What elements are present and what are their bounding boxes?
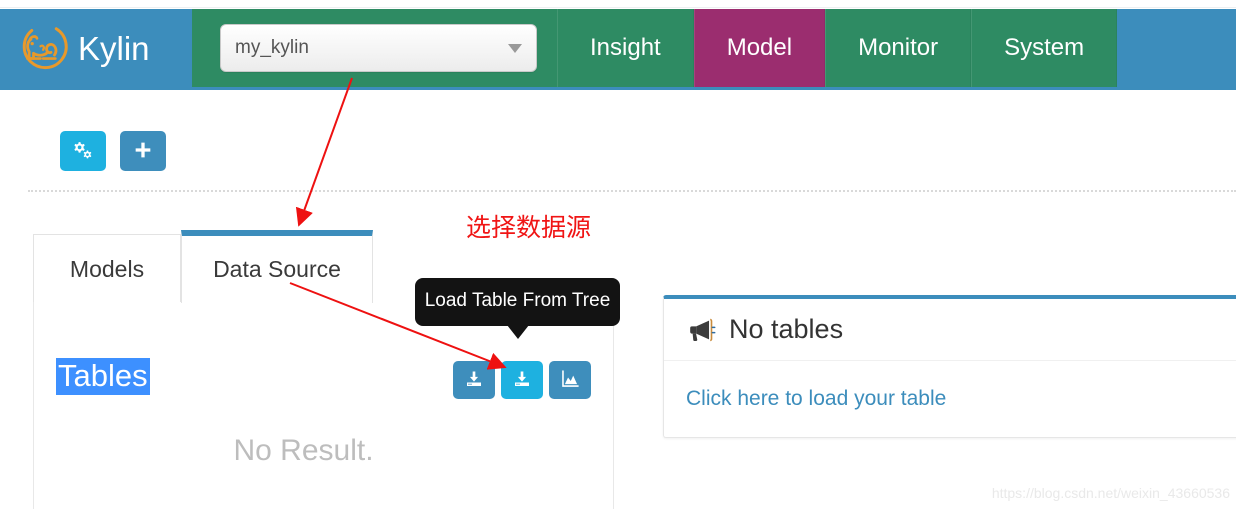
nav-tab-insight[interactable]: Insight (557, 9, 694, 87)
annotation-chinese-note: 选择数据源 (466, 213, 592, 242)
no-tables-header: No tables (664, 299, 1236, 361)
project-select-wrapper: my_kylin (192, 9, 557, 87)
project-select-value: my_kylin (235, 37, 309, 58)
no-tables-box: No tables Click here to load your table (663, 295, 1236, 438)
main-navbar: Kylin my_kylin Insight Model Monitor Sys… (0, 9, 1236, 90)
brand-area[interactable]: Kylin (0, 9, 192, 87)
load-streaming-table-button[interactable] (549, 361, 591, 399)
nav-tab-model[interactable]: Model (693, 9, 826, 87)
add-project-button[interactable] (120, 131, 166, 171)
project-select[interactable]: my_kylin (220, 24, 537, 72)
no-result-message: No Result. (233, 434, 374, 467)
brand-name: Kylin (78, 29, 150, 67)
cogs-icon (72, 139, 94, 164)
nav-tab-list: Insight Model Monitor System (557, 9, 1118, 87)
app-screenshot: Kylin my_kylin Insight Model Monitor Sys… (0, 0, 1236, 509)
plus-icon (132, 139, 154, 164)
load-table-tooltip-text: Load Table From Tree (424, 290, 611, 311)
tables-heading: Tables (56, 358, 150, 395)
area-chart-icon (560, 368, 581, 392)
page-toolbar (60, 131, 166, 171)
nav-tab-monitor-label: Monitor (858, 34, 939, 61)
nav-tab-system[interactable]: System (971, 9, 1118, 87)
download-table-icon (464, 369, 484, 392)
tab-models[interactable]: Models (33, 234, 181, 303)
section-divider (28, 190, 1236, 192)
load-your-table-link[interactable]: Click here to load your table (686, 387, 946, 411)
content-tab-strip: Models Data Source (33, 230, 373, 303)
load-table-button[interactable] (453, 361, 495, 399)
chevron-down-icon (508, 43, 522, 53)
download-table-icon (512, 369, 532, 392)
load-table-from-tree-button[interactable] (501, 361, 543, 399)
watermark-text: https://blog.csdn.net/weixin_43660536 (991, 485, 1230, 501)
nav-tab-monitor[interactable]: Monitor (825, 9, 972, 87)
tab-models-label: Models (69, 255, 145, 282)
no-tables-title: No tables (729, 314, 844, 344)
tab-data-source-label: Data Source (213, 256, 341, 282)
no-tables-body: Click here to load your table (664, 361, 1236, 437)
browser-top-strip (0, 0, 1236, 8)
bullhorn-icon (686, 317, 716, 343)
navbar-filler (1117, 9, 1236, 87)
nav-tab-system-label: System (1004, 34, 1085, 61)
manage-project-button[interactable] (60, 131, 106, 171)
tab-data-source[interactable]: Data Source (181, 230, 373, 303)
nav-tab-model-label: Model (726, 34, 793, 61)
load-table-tooltip: Load Table From Tree (415, 278, 620, 339)
nav-tab-insight-label: Insight (590, 34, 661, 61)
kylin-logo-icon (16, 20, 72, 76)
table-action-buttons (453, 361, 591, 399)
